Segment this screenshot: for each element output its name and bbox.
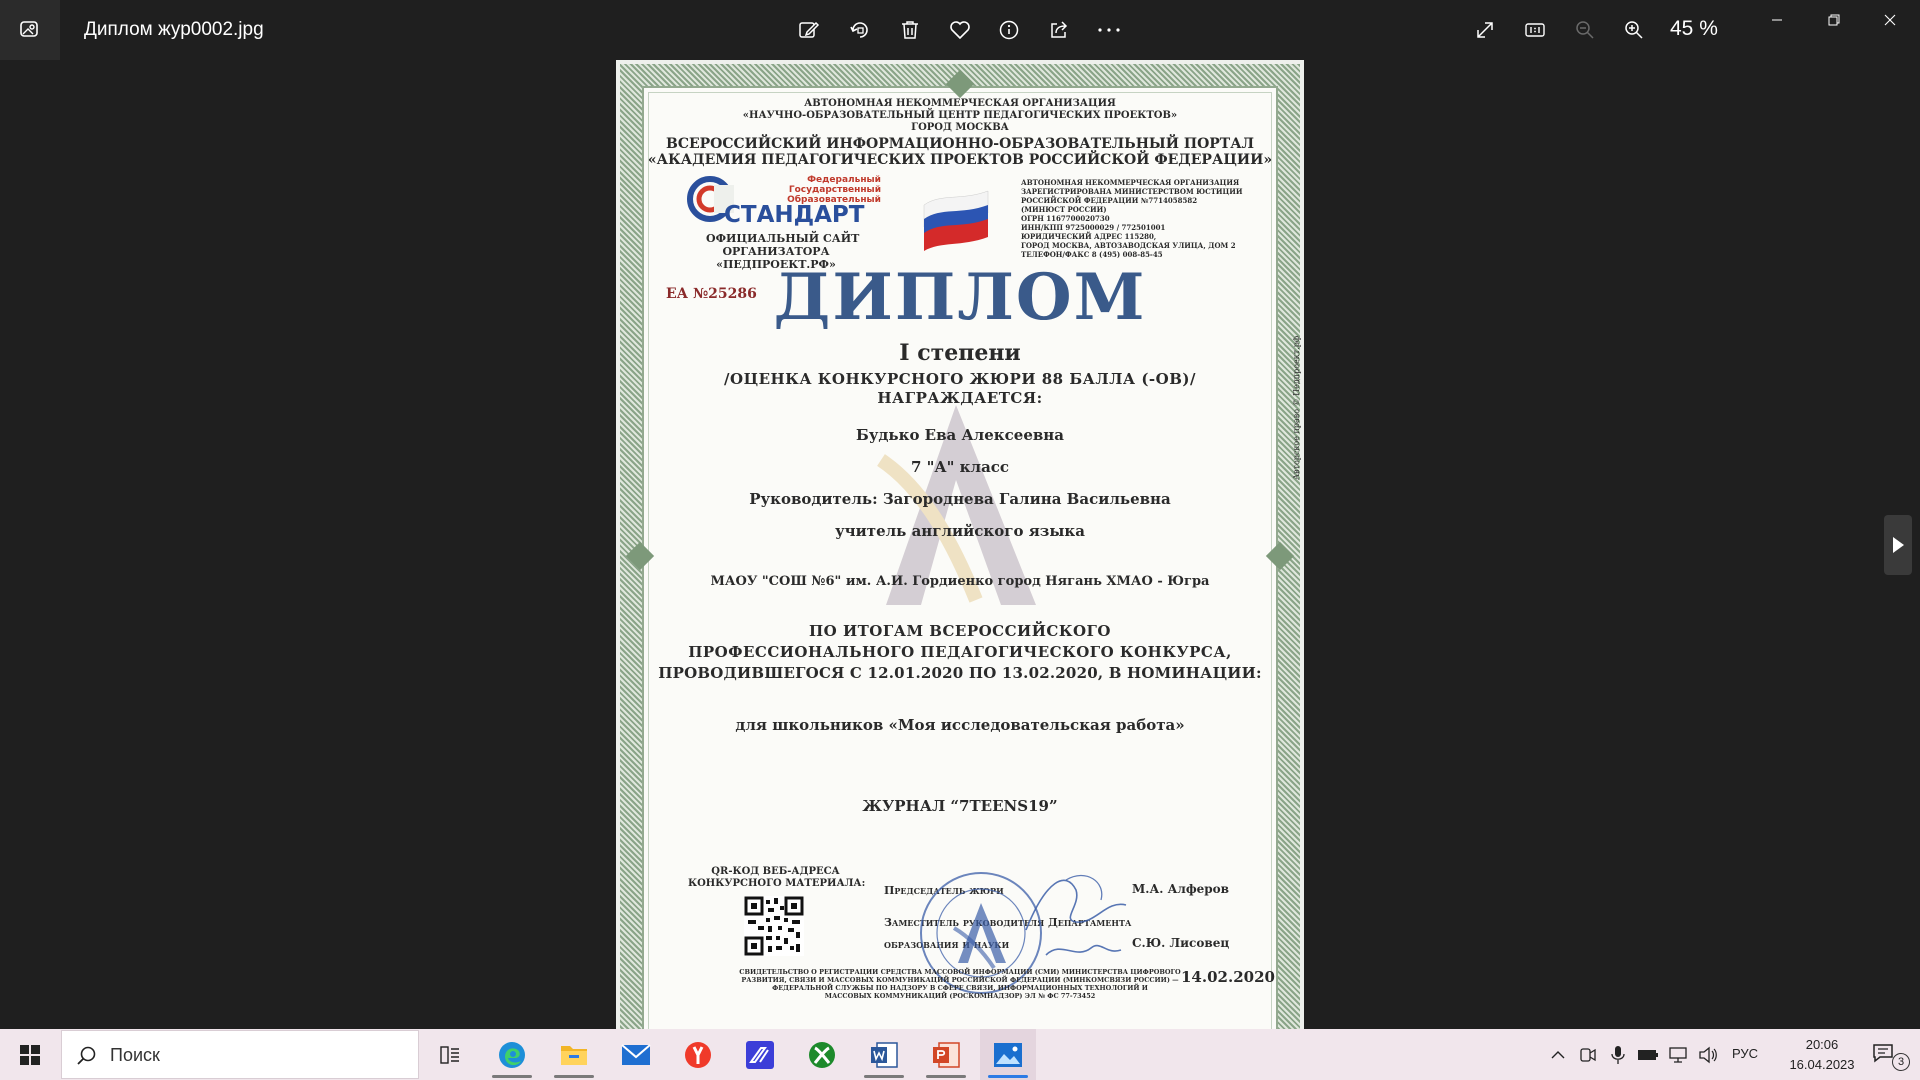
- supervisor-role: учитель английского языка: [835, 522, 1085, 540]
- reg-line: ОГРН 1167700020730: [1021, 214, 1110, 223]
- qr-caption-2: КОНКУРСНОГО МАТЕРИАЛА:: [688, 878, 866, 889]
- qr-caption-1: QR-КОД ВЕБ-АДРЕСА: [711, 866, 840, 877]
- zoom-out-icon[interactable]: [1567, 12, 1603, 48]
- network-icon[interactable]: [1666, 1043, 1690, 1067]
- mail-icon[interactable]: [608, 1029, 664, 1080]
- file-explorer-icon[interactable]: [546, 1029, 602, 1080]
- logo-word: СТАНДАРТ: [724, 202, 865, 228]
- actual-size-icon[interactable]: [1517, 12, 1553, 48]
- score-line: /ОЦЕНКА КОНКУРСНОГО ЖЮРИ 88 БАЛЛА (-ОВ)/: [724, 370, 1196, 388]
- stylus-app-icon[interactable]: [732, 1029, 788, 1080]
- search-placeholder: Поиск: [110, 1045, 160, 1065]
- title-bar: Диплом жур0002.jpg 45 %: [0, 0, 1920, 60]
- supervisor: Руководитель: Загороднева Галина Василье…: [749, 490, 1171, 508]
- fullscreen-icon[interactable]: [1467, 12, 1503, 48]
- cert-line-4: МАССОВЫХ КОММУНИКАЦИЙ (РОСКОМНАДЗОР) ЭЛ …: [824, 992, 1096, 1000]
- microphone-icon[interactable]: [1606, 1043, 1630, 1067]
- recipient-class: 7 "А" класс: [910, 458, 1010, 476]
- windows-icon: [20, 1044, 40, 1065]
- reg-line: ИНН/КПП 9725000029 / 772501001: [1021, 223, 1166, 232]
- minimize-button[interactable]: [1751, 0, 1803, 40]
- file-title: Диплом жур0002.jpg: [84, 19, 264, 40]
- copyright-text: Авторское право © Педпроект.рф: [1292, 335, 1301, 480]
- reg-line: ЮРИДИЧЕСКИЙ АДРЕС 115280,: [1021, 232, 1157, 241]
- share-icon[interactable]: [1041, 12, 1077, 48]
- photos-app-icon[interactable]: [0, 0, 60, 60]
- battery-icon[interactable]: [1636, 1043, 1660, 1067]
- powerpoint-icon[interactable]: [918, 1029, 974, 1080]
- volume-icon[interactable]: [1696, 1043, 1720, 1067]
- notification-icon: [1873, 1044, 1893, 1063]
- reg-line: ТЕЛЕФОН/ФАКС 8 (495) 008-85-45: [1021, 250, 1163, 259]
- org-line-2: «НАУЧНО-ОБРАЗОВАТЕЛЬНЫЙ ЦЕНТР ПЕДАГОГИЧЕ…: [742, 110, 1178, 121]
- word-icon[interactable]: [856, 1029, 912, 1080]
- site-line-1: ОФИЦИАЛЬНЫЙ САЙТ: [706, 232, 860, 245]
- reg-line: РОССИЙСКОЙ ФЕДЕРАЦИИ №7714058582: [1021, 196, 1198, 205]
- restore-button[interactable]: [1808, 0, 1860, 40]
- nomination: для школьников «Моя исследовательская ра…: [735, 716, 1185, 734]
- fgos-logo: Федеральный Государственный Образователь…: [686, 175, 886, 227]
- show-hidden-icons-icon[interactable]: [1546, 1043, 1570, 1067]
- russian-flag-image: [923, 190, 989, 251]
- clock-time: 20:06: [1805, 1037, 1839, 1052]
- site-line-2: ОРГАНИЗАТОРА: [722, 245, 830, 258]
- qr-code-image: [744, 896, 804, 956]
- notifications-button[interactable]: 3: [1866, 1039, 1910, 1071]
- rotate-icon[interactable]: [842, 12, 878, 48]
- portal-line-2: «АКАДЕМИЯ ПЕДАГОГИЧЕСКИХ ПРОЕКТОВ РОССИЙ…: [647, 152, 1273, 168]
- awarded-label: НАГРАЖДАЕТСЯ:: [877, 389, 1043, 407]
- reg-line: ГОРОД МОСКВА, АВТОЗАВОДСКАЯ УЛИЦА, ДОМ 2: [1021, 241, 1236, 250]
- close-button[interactable]: [1864, 0, 1916, 40]
- input-language[interactable]: РУС: [1732, 1046, 1758, 1061]
- copyright-side-text: Авторское право © Педпроект.рф: [1292, 336, 1301, 480]
- info-icon[interactable]: [991, 12, 1027, 48]
- zoom-level[interactable]: 45 %: [1670, 17, 1718, 41]
- edit-icon[interactable]: [791, 12, 827, 48]
- taskbar-search[interactable]: Поиск: [61, 1030, 419, 1079]
- task-view-icon[interactable]: [422, 1029, 478, 1080]
- notification-count: 3: [1892, 1053, 1910, 1071]
- school-name: МАОУ "СОШ №6" им. А.И. Гордиенко город Н…: [710, 574, 1210, 589]
- xbox-icon[interactable]: [794, 1029, 850, 1080]
- edge-icon[interactable]: [484, 1029, 540, 1080]
- delete-icon[interactable]: [892, 12, 928, 48]
- recipient-name: Будько Ева Алексеевна: [856, 426, 1064, 444]
- org-line-3: ГОРОД МОСКВА: [911, 122, 1009, 133]
- result-line-1: ПО ИТОГАМ ВСЕРОССИЙСКОГО: [809, 622, 1111, 640]
- photos-icon[interactable]: [980, 1029, 1036, 1080]
- reg-line: АВТОНОМНАЯ НЕКОММЕРЧЕСКАЯ ОРГАНИЗАЦИЯ: [1021, 178, 1240, 187]
- diploma-degree: I степени: [899, 340, 1021, 366]
- journal-name: ЖУРНАЛ “7TEENS19”: [862, 797, 1058, 815]
- registration-info: АВТОНОМНАЯ НЕКОММЕРЧЕСКАЯ ОРГАНИЗАЦИЯ ЗА…: [1021, 178, 1243, 259]
- next-image-button[interactable]: [1884, 515, 1912, 575]
- clock-date: 16.04.2023: [1789, 1057, 1855, 1072]
- result-line-3: ПРОВОДИВШЕГОСЯ С 12.01.2020 ПО 13.02.202…: [658, 664, 1262, 682]
- logo-subtitle-2: Государственный: [788, 185, 881, 195]
- yandex-browser-icon[interactable]: [670, 1029, 726, 1080]
- taskbar: Поиск РУС 20:06 16.04.2023 3: [0, 1029, 1920, 1080]
- diploma-title: ДИПЛОМ: [773, 260, 1147, 335]
- portal-line-1: ВСЕРОССИЙСКИЙ ИНФОРМАЦИОННО-ОБРАЗОВАТЕЛЬ…: [665, 136, 1255, 152]
- system-clock[interactable]: 20:06 16.04.2023: [1774, 1035, 1870, 1075]
- signature-image: [1025, 874, 1127, 956]
- more-icon[interactable]: [1091, 12, 1127, 48]
- diploma-image: АВТОНОМНАЯ НЕКОММЕРЧЕСКАЯ ОРГАНИЗАЦИЯ «Н…: [616, 60, 1304, 1029]
- reg-line: ЗАРЕГИСТРИРОВАНА МИНИСТЕРСТВОМ ЮСТИЦИИ: [1021, 187, 1243, 196]
- meet-now-icon[interactable]: [1576, 1043, 1600, 1067]
- image-viewer: АВТОНОМНАЯ НЕКОММЕРЧЕСКАЯ ОРГАНИЗАЦИЯ «Н…: [0, 60, 1920, 1029]
- result-line-2: ПРОФЕССИОНАЛЬНОГО ПЕДАГОГИЧЕСКОГО КОНКУР…: [688, 643, 1232, 661]
- diploma-date: 14.02.2020: [1181, 968, 1275, 986]
- favorite-icon[interactable]: [942, 12, 978, 48]
- org-line-1: АВТОНОМНАЯ НЕКОММЕРЧЕСКАЯ ОРГАНИЗАЦИЯ: [804, 98, 1116, 109]
- reg-line: (МИНЮСТ РОССИИ): [1021, 205, 1107, 214]
- search-icon: [77, 1046, 96, 1065]
- zoom-in-icon[interactable]: [1616, 12, 1652, 48]
- start-button[interactable]: [0, 1029, 60, 1080]
- logo-subtitle-1: Федеральный: [807, 175, 881, 185]
